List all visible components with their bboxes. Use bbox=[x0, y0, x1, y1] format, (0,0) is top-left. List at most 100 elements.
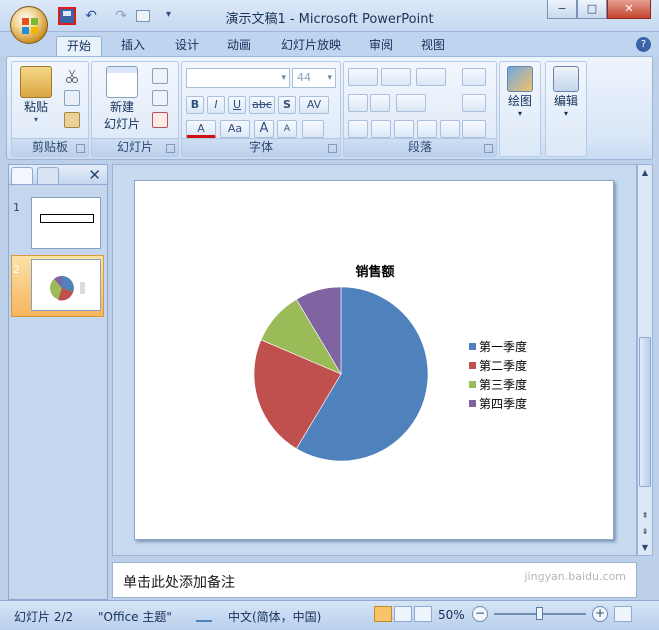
zoom-slider-knob[interactable] bbox=[536, 607, 543, 620]
font-dialog-launcher[interactable] bbox=[328, 144, 337, 153]
notes-placeholder: 单击此处添加备注 bbox=[123, 575, 235, 591]
tab-design[interactable]: 设计 bbox=[166, 36, 208, 56]
zoom-in-icon[interactable]: + bbox=[592, 606, 608, 622]
drawing-button[interactable]: 绘图 ▾ bbox=[503, 66, 537, 118]
slide-thumbnail-2[interactable] bbox=[31, 259, 101, 311]
increase-indent-icon[interactable] bbox=[370, 94, 390, 112]
font-size-combo[interactable]: 44 bbox=[292, 68, 336, 88]
slide-sorter-view-icon[interactable] bbox=[394, 606, 412, 622]
scroll-down-icon[interactable]: ▼ bbox=[639, 541, 651, 555]
align-center-icon[interactable] bbox=[371, 120, 391, 138]
vertical-scrollbar[interactable]: ▲ ⇞ ⇟ ▼ bbox=[637, 164, 653, 556]
slides-dialog-launcher[interactable] bbox=[166, 144, 175, 153]
font-group: 44 B I U abc S AV A Aa A A 字体 bbox=[181, 61, 341, 157]
slide-canvas[interactable]: 销售额 第一季度 第二季度 第三季度 第四季度 bbox=[134, 180, 614, 540]
tab-home[interactable]: 开始 bbox=[56, 36, 102, 56]
font-name-combo[interactable] bbox=[186, 68, 290, 88]
bold-button[interactable]: B bbox=[186, 96, 204, 114]
scroll-thumb[interactable] bbox=[639, 337, 651, 487]
minimize-button[interactable]: − bbox=[547, 0, 577, 19]
slides-panel: ✕ 1 2 bbox=[8, 164, 108, 600]
normal-view-icon[interactable] bbox=[374, 606, 392, 622]
slideshow-view-icon[interactable] bbox=[414, 606, 432, 622]
maximize-button[interactable]: □ bbox=[577, 0, 607, 19]
close-button[interactable]: ✕ bbox=[607, 0, 651, 19]
line-spacing-icon[interactable] bbox=[416, 68, 446, 86]
tab-insert[interactable]: 插入 bbox=[112, 36, 154, 56]
reset-slide-icon[interactable] bbox=[152, 90, 168, 106]
italic-button[interactable]: I bbox=[207, 96, 225, 114]
editing-label: 编辑 bbox=[553, 94, 578, 108]
paragraph-dialog-launcher[interactable] bbox=[484, 144, 493, 153]
paste-dropdown-icon[interactable]: ▾ bbox=[18, 115, 54, 124]
new-slide-button[interactable]: 新建 幻灯片 bbox=[96, 66, 148, 132]
justify-icon[interactable] bbox=[417, 120, 437, 138]
align-right-icon[interactable] bbox=[394, 120, 414, 138]
decrease-indent-icon[interactable] bbox=[348, 94, 368, 112]
tab-animations[interactable]: 动画 bbox=[218, 36, 260, 56]
tab-slides[interactable] bbox=[11, 167, 33, 184]
strikethrough-button[interactable]: abc bbox=[249, 96, 275, 114]
paste-label: 粘贴 bbox=[23, 100, 48, 114]
smartart-icon[interactable] bbox=[462, 120, 486, 138]
help-icon[interactable]: ? bbox=[636, 37, 651, 52]
character-spacing-button[interactable]: AV bbox=[299, 96, 329, 114]
watermark: jingyan.baidu.com bbox=[524, 570, 626, 583]
thumbnail-pie-icon bbox=[50, 275, 85, 301]
legend-swatch-4 bbox=[469, 400, 476, 407]
layout-icon[interactable] bbox=[152, 68, 168, 84]
clipboard-dialog-launcher[interactable] bbox=[76, 144, 85, 153]
tab-view[interactable]: 视图 bbox=[412, 36, 454, 56]
slide-thumbnail-1[interactable] bbox=[31, 197, 101, 249]
clear-formatting-icon[interactable] bbox=[302, 120, 324, 138]
columns-icon[interactable] bbox=[396, 94, 426, 112]
scroll-up-icon[interactable]: ▲ bbox=[639, 166, 651, 180]
zoom-out-icon[interactable]: − bbox=[472, 606, 488, 622]
legend-item-3[interactable]: 第三季度 bbox=[469, 376, 527, 393]
legend-item-4[interactable]: 第四季度 bbox=[469, 395, 527, 412]
font-group-label: 字体 bbox=[182, 138, 340, 156]
align-left-icon[interactable] bbox=[348, 120, 368, 138]
legend-item-1[interactable]: 第一季度 bbox=[469, 338, 527, 355]
next-slide-icon[interactable]: ⇟ bbox=[639, 525, 651, 539]
shadow-button[interactable]: S bbox=[278, 96, 296, 114]
drawing-dropdown-icon[interactable]: ▾ bbox=[503, 109, 537, 118]
underline-button[interactable]: U bbox=[228, 96, 246, 114]
cut-icon[interactable] bbox=[64, 68, 80, 84]
paste-button[interactable]: 粘贴 ▾ bbox=[18, 66, 54, 124]
fit-to-window-icon[interactable] bbox=[614, 606, 632, 622]
pie-chart[interactable] bbox=[135, 181, 615, 541]
editing-button[interactable]: 编辑 ▾ bbox=[549, 66, 583, 118]
delete-slide-icon[interactable] bbox=[152, 112, 168, 128]
drawing-label: 绘图 bbox=[507, 94, 532, 108]
notes-pane[interactable]: 单击此处添加备注 jingyan.baidu.com bbox=[112, 562, 637, 598]
tab-review[interactable]: 审阅 bbox=[360, 36, 402, 56]
bullets-icon[interactable] bbox=[348, 68, 378, 86]
copy-icon[interactable] bbox=[64, 90, 80, 106]
tab-slideshow[interactable]: 幻灯片放映 bbox=[272, 36, 350, 56]
legend-item-2[interactable]: 第二季度 bbox=[469, 357, 527, 374]
new-slide-label-2: 幻灯片 bbox=[103, 117, 140, 131]
align-text-icon[interactable] bbox=[462, 94, 486, 112]
panel-tabs: ✕ bbox=[9, 165, 107, 185]
editing-dropdown-icon[interactable]: ▾ bbox=[549, 109, 583, 118]
change-case-button[interactable]: Aa bbox=[220, 120, 250, 138]
font-color-button[interactable]: A bbox=[186, 120, 216, 138]
shrink-font-button[interactable]: A bbox=[277, 120, 297, 138]
thumbnail-title-box bbox=[40, 214, 94, 223]
numbering-icon[interactable] bbox=[381, 68, 411, 86]
spellcheck-icon[interactable] bbox=[196, 608, 212, 622]
zoom-level[interactable]: 50% bbox=[438, 608, 465, 622]
paste-icon bbox=[20, 66, 52, 98]
previous-slide-icon[interactable]: ⇞ bbox=[639, 509, 651, 523]
distributed-icon[interactable] bbox=[440, 120, 460, 138]
office-logo-icon bbox=[22, 18, 38, 34]
new-slide-label-1: 新建 bbox=[109, 100, 134, 114]
text-direction-icon[interactable] bbox=[462, 68, 486, 86]
close-panel-icon[interactable]: ✕ bbox=[88, 166, 101, 184]
grow-font-button[interactable]: A bbox=[254, 120, 274, 138]
status-bar: 幻灯片 2/2 "Office 主题" 中文(简体，中国) 50% − + bbox=[0, 600, 659, 630]
office-button[interactable] bbox=[10, 6, 48, 44]
format-painter-icon[interactable] bbox=[64, 112, 80, 128]
tab-outline[interactable] bbox=[37, 167, 59, 184]
